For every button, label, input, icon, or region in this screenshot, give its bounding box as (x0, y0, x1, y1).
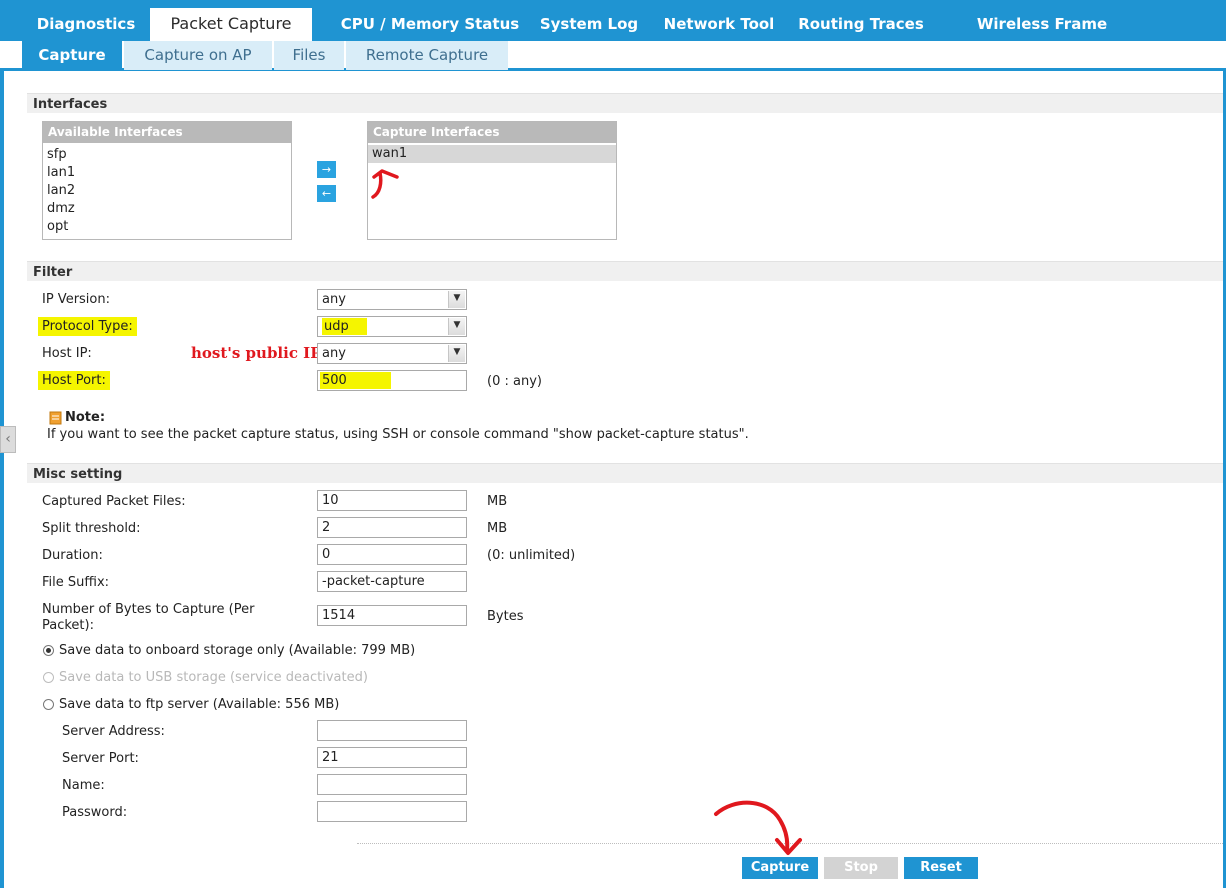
ip-version-value: any (322, 292, 346, 307)
split-threshold-unit: MB (487, 521, 508, 536)
captured-packet-files-label: Captured Packet Files: (42, 494, 186, 509)
chevron-left-icon: ‹ (5, 431, 11, 447)
remove-interface-button[interactable]: ← (317, 185, 336, 202)
sub-tab-bar: Capture Capture on AP Files Remote Captu… (0, 41, 1226, 71)
available-interfaces-list[interactable]: Available Interfaces sfp lan1 lan2 dmz o… (42, 121, 292, 240)
capture-button[interactable]: Capture (742, 857, 818, 879)
collapse-panel-button[interactable]: ‹ (0, 426, 16, 453)
host-ip-label: Host IP: (42, 346, 92, 361)
host-ip-value: any (322, 346, 346, 361)
left-frame-border (0, 71, 4, 888)
onboard-storage-label: Save data to onboard storage only (Avail… (59, 643, 416, 658)
tab-system-log[interactable]: System Log (536, 0, 642, 41)
bytes-to-capture-label-cont: Packet): (42, 618, 94, 633)
interfaces-section-header: Interfaces (27, 93, 1223, 113)
tab-network-tool[interactable]: Network Tool (660, 0, 778, 41)
tab-cpu-memory-status[interactable]: CPU / Memory Status (340, 0, 520, 41)
arrow-left-icon: ← (321, 187, 332, 200)
ip-version-select[interactable]: any ▼ (317, 289, 467, 310)
protocol-type-select[interactable]: udp ▼ (317, 316, 467, 337)
ftp-name-label: Name: (62, 778, 105, 793)
duration-hint: (0: unlimited) (487, 548, 576, 563)
host-port-value: 500 (320, 372, 391, 389)
chevron-down-icon: ▼ (448, 291, 465, 308)
host-ip-select[interactable]: any ▼ (317, 343, 467, 364)
host-port-label: Host Port: (38, 371, 110, 390)
main-tab-bar: Diagnostics Packet Capture CPU / Memory … (0, 0, 1226, 81)
subtab-capture-on-ap[interactable]: Capture on AP (124, 41, 272, 70)
protocol-type-value: udp (322, 318, 367, 335)
onboard-storage-radio[interactable] (43, 645, 54, 656)
bytes-to-capture-label: Number of Bytes to Capture (Per (42, 602, 255, 617)
chevron-down-icon: ▼ (448, 318, 465, 335)
capture-interfaces-header: Capture Interfaces (368, 122, 616, 143)
arrow-right-icon: → (321, 163, 332, 176)
split-threshold-label: Split threshold: (42, 521, 141, 536)
tab-packet-capture[interactable]: Packet Capture (150, 8, 312, 41)
host-port-input[interactable]: 500 (317, 370, 467, 391)
server-port-input[interactable]: 21 (317, 747, 467, 768)
note-title: Note: (65, 410, 106, 425)
annotation-arrow-icon (714, 800, 802, 855)
annotation-curved-arrow-icon (371, 169, 399, 199)
ftp-server-radio[interactable] (43, 699, 54, 710)
ftp-password-label: Password: (62, 805, 128, 820)
subtab-files[interactable]: Files (274, 41, 344, 70)
tab-wireless-frame-capture[interactable]: Wireless Frame Capture (944, 0, 1140, 81)
ftp-name-input[interactable] (317, 774, 467, 795)
misc-section-header: Misc setting (27, 463, 1223, 483)
reset-button[interactable]: Reset (904, 857, 978, 879)
server-address-label: Server Address: (62, 724, 165, 739)
ip-version-label: IP Version: (42, 292, 110, 307)
stop-button: Stop (824, 857, 898, 879)
server-port-label: Server Port: (62, 751, 139, 766)
usb-storage-radio (43, 672, 54, 683)
duration-input[interactable]: 0 (317, 544, 467, 565)
protocol-type-label-text: Protocol Type: (38, 317, 137, 336)
host-port-label-text: Host Port: (38, 371, 110, 390)
filter-section-header: Filter (27, 261, 1223, 281)
tab-routing-traces[interactable]: Routing Traces (794, 0, 928, 41)
list-item[interactable]: dmz (43, 200, 291, 218)
captured-packet-files-input[interactable]: 10 (317, 490, 467, 511)
list-item[interactable]: opt (43, 218, 291, 236)
list-item[interactable]: lan2 (43, 182, 291, 200)
note-icon (49, 411, 62, 425)
available-interfaces-header: Available Interfaces (43, 122, 291, 143)
list-item[interactable]: lan1 (43, 164, 291, 182)
packet-files-unit: MB (487, 494, 508, 509)
list-item[interactable]: wan1 (368, 145, 616, 163)
host-public-ip-annotation: host's public IP (191, 344, 322, 362)
bytes-to-capture-input[interactable]: 1514 (317, 605, 467, 626)
ftp-password-input[interactable] (317, 801, 467, 822)
server-address-input[interactable] (317, 720, 467, 741)
host-port-hint: (0 : any) (487, 374, 542, 389)
list-item[interactable]: sfp (43, 146, 291, 164)
tab-diagnostics[interactable]: Diagnostics (22, 0, 150, 41)
ftp-server-label: Save data to ftp server (Available: 556 … (59, 697, 340, 712)
file-suffix-label: File Suffix: (42, 575, 110, 590)
bytes-unit: Bytes (487, 609, 524, 624)
duration-label: Duration: (42, 548, 103, 563)
note-text: If you want to see the packet capture st… (47, 427, 749, 442)
chevron-down-icon: ▼ (448, 345, 465, 362)
usb-storage-label: Save data to USB storage (service deacti… (59, 670, 368, 685)
protocol-type-label: Protocol Type: (38, 317, 137, 336)
split-threshold-input[interactable]: 2 (317, 517, 467, 538)
subtab-remote-capture[interactable]: Remote Capture (346, 41, 508, 70)
subtab-capture[interactable]: Capture (22, 41, 122, 70)
file-suffix-input[interactable]: -packet-capture (317, 571, 467, 592)
add-interface-button[interactable]: → (317, 161, 336, 178)
